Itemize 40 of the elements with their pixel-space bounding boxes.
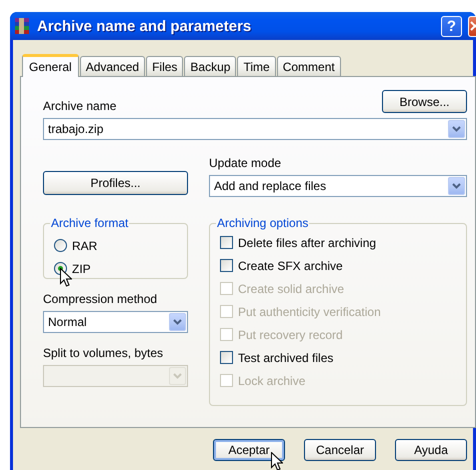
- group-title: Archive format: [50, 216, 130, 230]
- field-label: Compression method: [43, 292, 158, 306]
- field-label: Archive name: [43, 99, 116, 113]
- checkbox-label: Test archived files: [238, 350, 334, 364]
- mouse-pointer-icon: [60, 268, 72, 287]
- radio-option[interactable]: RAR: [54, 234, 179, 257]
- compression-method-dropdown[interactable]: Normal: [43, 311, 188, 333]
- window-title: Archive name and parameters: [37, 18, 252, 34]
- profiles-button[interactable]: Profiles...: [43, 171, 188, 195]
- dialog-button[interactable]: Ayuda: [395, 439, 467, 461]
- mouse-pointer-icon: [271, 452, 283, 470]
- checkbox-label: Lock archive: [238, 374, 306, 388]
- checkbox-label: Put recovery record: [238, 328, 343, 342]
- tab[interactable]: Advanced: [80, 56, 146, 76]
- close-icon[interactable]: [468, 16, 476, 36]
- option-label: RAR: [72, 238, 98, 252]
- tab[interactable]: Files: [146, 56, 184, 76]
- checkbox-label: Delete files after archiving: [238, 236, 376, 250]
- checkbox-label: Create SFX archive: [238, 258, 343, 272]
- update-mode-dropdown[interactable]: Add and replace files: [209, 175, 467, 197]
- checkbox[interactable]: [220, 351, 233, 364]
- help-button[interactable]: ?: [441, 16, 462, 36]
- tab[interactable]: General: [22, 54, 79, 77]
- tab[interactable]: Backup: [184, 56, 236, 76]
- dialog-button[interactable]: Cancelar: [304, 439, 376, 461]
- field-label: Update mode: [209, 156, 282, 170]
- archive-name-field[interactable]: trabajo.zip: [43, 118, 467, 140]
- checkbox[interactable]: [220, 236, 233, 249]
- tab[interactable]: Comment: [276, 56, 341, 76]
- field-label: Split to volumes, bytes: [43, 346, 164, 360]
- option-label: ZIP: [72, 262, 91, 276]
- app-logo-icon: [13, 17, 31, 35]
- checkbox-label: Create solid archive: [238, 282, 344, 296]
- group-title: Archiving options: [216, 216, 310, 230]
- dialog-button[interactable]: Aceptar: [213, 439, 285, 461]
- radio-button[interactable]: [54, 239, 67, 252]
- tab[interactable]: Time: [237, 56, 276, 76]
- checkbox[interactable]: [220, 259, 233, 272]
- checkbox-label: Put authenticity verification: [238, 304, 381, 318]
- browse-button[interactable]: Browse...: [382, 90, 467, 113]
